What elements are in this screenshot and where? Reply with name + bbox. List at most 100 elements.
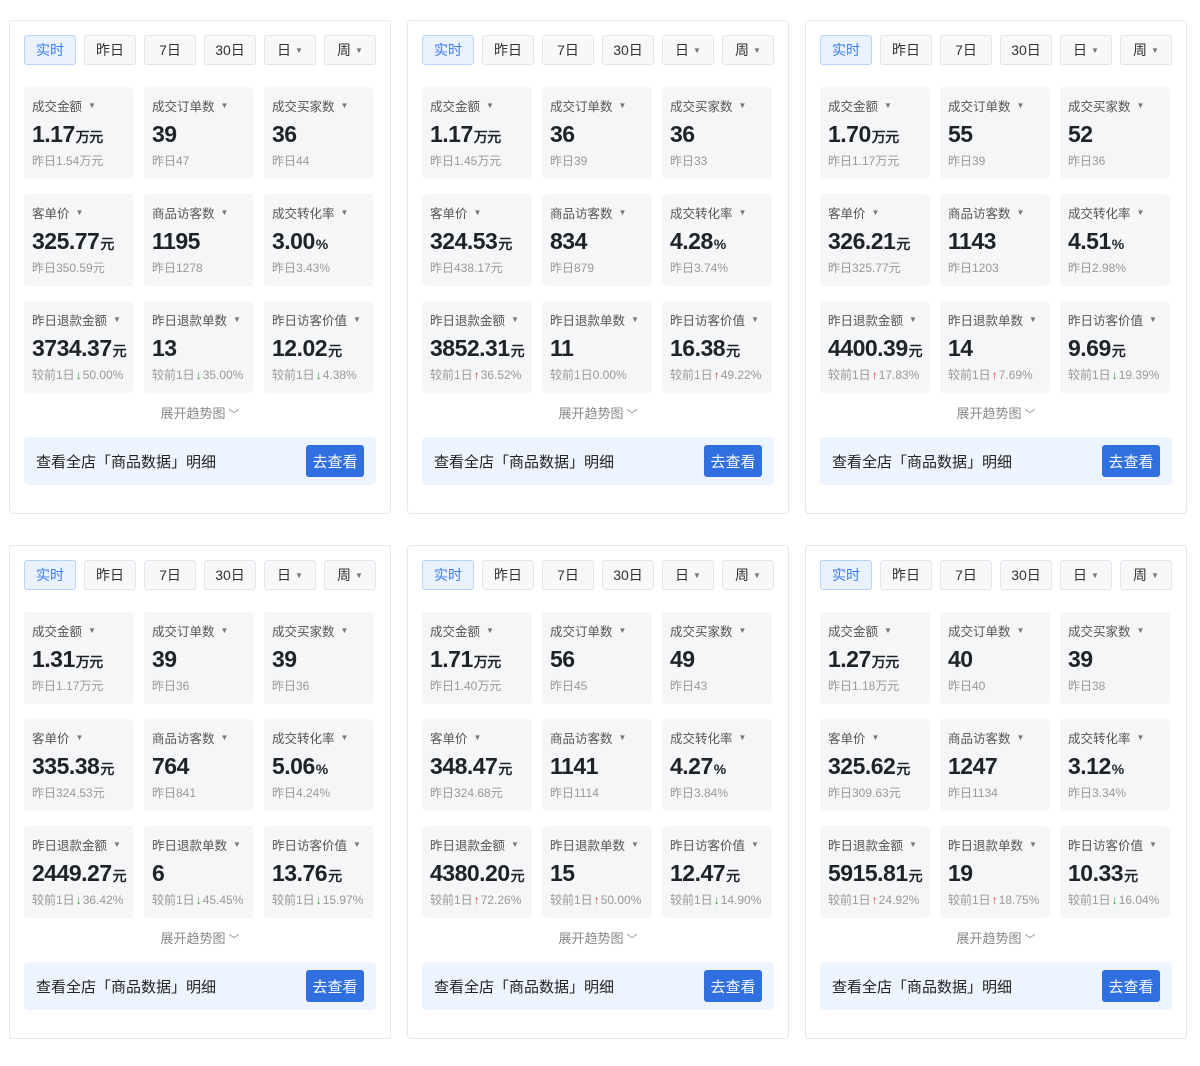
caret-down-icon[interactable]: ▼	[474, 208, 482, 217]
metric-card-conversion-rate[interactable]: 成交转化率 ▼ 4.27% 昨日3.84%	[662, 719, 772, 811]
tab-yesterday[interactable]: 昨日	[84, 560, 136, 590]
tab-yesterday[interactable]: 昨日	[84, 35, 136, 65]
metric-card-order-count[interactable]: 成交订单数 ▼ 36 昨日39	[542, 87, 652, 179]
expand-trend-toggle[interactable]: 展开趋势图 ﹀	[24, 928, 376, 948]
caret-down-icon[interactable]: ▼	[76, 733, 84, 742]
caret-down-icon[interactable]: ▼	[353, 315, 361, 324]
metric-card-visitor-value[interactable]: 昨日访客价值 ▼ 13.76元 较前1日 ↓ 15.97%	[264, 826, 374, 918]
caret-down-icon[interactable]: ▼	[751, 840, 759, 849]
metric-card-refund-amount[interactable]: 昨日退款金额 ▼ 4400.39元 较前1日 ↑ 17.83%	[820, 301, 930, 393]
metric-card-gmv[interactable]: 成交金额 ▼ 1.71万元 昨日1.40万元	[422, 612, 532, 704]
expand-trend-toggle[interactable]: 展开趋势图 ﹀	[422, 928, 774, 948]
view-details-button[interactable]: 去查看	[704, 970, 762, 1002]
metric-card-refund-count[interactable]: 昨日退款单数 ▼ 19 较前1日 ↑ 18.75%	[940, 826, 1050, 918]
tab-7d[interactable]: 7日	[940, 560, 992, 590]
caret-down-icon[interactable]: ▼	[221, 208, 229, 217]
caret-down-icon[interactable]: ▼	[872, 208, 880, 217]
tab-realtime[interactable]: 实时	[24, 35, 76, 65]
caret-down-icon[interactable]: ▼	[341, 626, 349, 635]
caret-down-icon[interactable]: ▼	[88, 626, 96, 635]
tab-realtime[interactable]: 实时	[422, 35, 474, 65]
caret-down-icon[interactable]: ▼	[341, 208, 349, 217]
caret-down-icon[interactable]: ▼	[619, 101, 627, 110]
tab-realtime[interactable]: 实时	[24, 560, 76, 590]
caret-down-icon[interactable]: ▼	[1017, 626, 1025, 635]
metric-card-avg-order-value[interactable]: 客单价 ▼ 335.38元 昨日324.53元	[24, 719, 134, 811]
metric-card-refund-count[interactable]: 昨日退款单数 ▼ 15 较前1日 ↑ 50.00%	[542, 826, 652, 918]
caret-down-icon[interactable]: ▼	[751, 315, 759, 324]
metric-card-buyer-count[interactable]: 成交买家数 ▼ 49 昨日43	[662, 612, 772, 704]
tab-7d[interactable]: 7日	[542, 560, 594, 590]
caret-down-icon[interactable]: ▼	[341, 101, 349, 110]
metric-card-conversion-rate[interactable]: 成交转化率 ▼ 3.00% 昨日3.43%	[264, 194, 374, 286]
tab-week[interactable]: 周 ▼	[324, 35, 376, 65]
caret-down-icon[interactable]: ▼	[1029, 840, 1037, 849]
metric-card-buyer-count[interactable]: 成交买家数 ▼ 39 昨日36	[264, 612, 374, 704]
view-details-button[interactable]: 去查看	[1102, 970, 1160, 1002]
tab-realtime[interactable]: 实时	[820, 560, 872, 590]
metric-card-order-count[interactable]: 成交订单数 ▼ 40 昨日40	[940, 612, 1050, 704]
caret-down-icon[interactable]: ▼	[1137, 101, 1145, 110]
tab-week[interactable]: 周 ▼	[722, 560, 774, 590]
caret-down-icon[interactable]: ▼	[233, 840, 241, 849]
caret-down-icon[interactable]: ▼	[1137, 733, 1145, 742]
caret-down-icon[interactable]: ▼	[619, 733, 627, 742]
view-details-button[interactable]: 去查看	[1102, 445, 1160, 477]
tab-30d[interactable]: 30日	[1000, 35, 1052, 65]
metric-card-avg-order-value[interactable]: 客单价 ▼ 324.53元 昨日438.17元	[422, 194, 532, 286]
metric-card-refund-count[interactable]: 昨日退款单数 ▼ 6 较前1日 ↓ 45.45%	[144, 826, 254, 918]
caret-down-icon[interactable]: ▼	[909, 315, 917, 324]
metric-card-gmv[interactable]: 成交金额 ▼ 1.27万元 昨日1.18万元	[820, 612, 930, 704]
tab-yesterday[interactable]: 昨日	[482, 560, 534, 590]
expand-trend-toggle[interactable]: 展开趋势图 ﹀	[24, 403, 376, 423]
caret-down-icon[interactable]: ▼	[1149, 840, 1157, 849]
metric-card-product-visitors[interactable]: 商品访客数 ▼ 1195 昨日1278	[144, 194, 254, 286]
caret-down-icon[interactable]: ▼	[221, 733, 229, 742]
expand-trend-toggle[interactable]: 展开趋势图 ﹀	[820, 403, 1172, 423]
metric-card-buyer-count[interactable]: 成交买家数 ▼ 39 昨日38	[1060, 612, 1170, 704]
caret-down-icon[interactable]: ▼	[1137, 208, 1145, 217]
metric-card-refund-count[interactable]: 昨日退款单数 ▼ 14 较前1日 ↑ 7.69%	[940, 301, 1050, 393]
view-details-button[interactable]: 去查看	[306, 970, 364, 1002]
tab-7d[interactable]: 7日	[144, 560, 196, 590]
tab-30d[interactable]: 30日	[204, 35, 256, 65]
caret-down-icon[interactable]: ▼	[76, 208, 84, 217]
caret-down-icon[interactable]: ▼	[1017, 208, 1025, 217]
tab-7d[interactable]: 7日	[542, 35, 594, 65]
caret-down-icon[interactable]: ▼	[474, 733, 482, 742]
metric-card-visitor-value[interactable]: 昨日访客价值 ▼ 16.38元 较前1日 ↑ 49.22%	[662, 301, 772, 393]
expand-trend-toggle[interactable]: 展开趋势图 ﹀	[422, 403, 774, 423]
metric-card-refund-amount[interactable]: 昨日退款金额 ▼ 5915.81元 较前1日 ↑ 24.92%	[820, 826, 930, 918]
tab-day[interactable]: 日 ▼	[264, 35, 316, 65]
caret-down-icon[interactable]: ▼	[739, 733, 747, 742]
metric-card-order-count[interactable]: 成交订单数 ▼ 56 昨日45	[542, 612, 652, 704]
metric-card-visitor-value[interactable]: 昨日访客价值 ▼ 12.02元 较前1日 ↓ 4.38%	[264, 301, 374, 393]
metric-card-avg-order-value[interactable]: 客单价 ▼ 326.21元 昨日325.77元	[820, 194, 930, 286]
metric-card-avg-order-value[interactable]: 客单价 ▼ 325.77元 昨日350.59元	[24, 194, 134, 286]
caret-down-icon[interactable]: ▼	[1029, 315, 1037, 324]
view-details-button[interactable]: 去查看	[306, 445, 364, 477]
tab-yesterday[interactable]: 昨日	[880, 560, 932, 590]
caret-down-icon[interactable]: ▼	[353, 840, 361, 849]
tab-30d[interactable]: 30日	[204, 560, 256, 590]
caret-down-icon[interactable]: ▼	[739, 626, 747, 635]
caret-down-icon[interactable]: ▼	[88, 101, 96, 110]
caret-down-icon[interactable]: ▼	[739, 101, 747, 110]
caret-down-icon[interactable]: ▼	[884, 626, 892, 635]
caret-down-icon[interactable]: ▼	[631, 315, 639, 324]
metric-card-order-count[interactable]: 成交订单数 ▼ 55 昨日39	[940, 87, 1050, 179]
metric-card-order-count[interactable]: 成交订单数 ▼ 39 昨日36	[144, 612, 254, 704]
metric-card-product-visitors[interactable]: 商品访客数 ▼ 1143 昨日1203	[940, 194, 1050, 286]
tab-day[interactable]: 日 ▼	[662, 35, 714, 65]
caret-down-icon[interactable]: ▼	[511, 315, 519, 324]
metric-card-buyer-count[interactable]: 成交买家数 ▼ 36 昨日44	[264, 87, 374, 179]
metric-card-refund-count[interactable]: 昨日退款单数 ▼ 11 较前1日0.00%	[542, 301, 652, 393]
tab-week[interactable]: 周 ▼	[1120, 560, 1172, 590]
tab-30d[interactable]: 30日	[602, 560, 654, 590]
caret-down-icon[interactable]: ▼	[884, 101, 892, 110]
tab-7d[interactable]: 7日	[940, 35, 992, 65]
metric-card-refund-amount[interactable]: 昨日退款金额 ▼ 2449.27元 较前1日 ↓ 36.42%	[24, 826, 134, 918]
caret-down-icon[interactable]: ▼	[1137, 626, 1145, 635]
caret-down-icon[interactable]: ▼	[221, 101, 229, 110]
tab-30d[interactable]: 30日	[602, 35, 654, 65]
